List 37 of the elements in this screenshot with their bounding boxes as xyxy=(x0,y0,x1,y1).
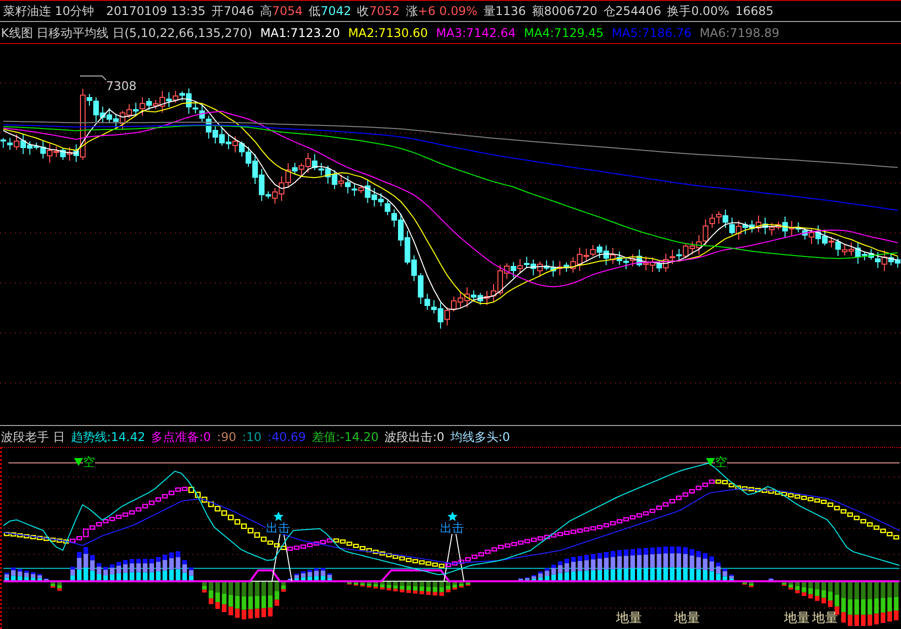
quote-field: 换手0.00% xyxy=(667,2,730,20)
quote-field: 高7054 xyxy=(260,2,303,20)
indicator-value: 波段出击:0 xyxy=(384,428,444,446)
indicator-value: 均线多头:0 xyxy=(450,428,510,446)
moving-average-value: MA2:7130.60 xyxy=(348,24,428,42)
signal-label: 空 xyxy=(715,456,727,468)
signal-label: 空 xyxy=(83,456,95,468)
moving-average-value: MA6:7198.89 xyxy=(700,24,780,42)
moving-average-value: MA1:7123.20 xyxy=(260,24,340,42)
low-volume-label: 地量 xyxy=(812,612,838,625)
price-high-label: 7308 xyxy=(106,80,137,92)
quote-field: 额8006720 xyxy=(532,2,598,20)
quote-field: 开7046 xyxy=(212,2,254,20)
chart-legend-title: K线图 日移动平均线 日(5,10,22,66,135,270) xyxy=(1,24,252,42)
quote-field: 涨+6 0.09% xyxy=(406,2,478,20)
moving-average-value: MA5:7186.76 xyxy=(612,24,692,42)
datetime-text: 20170109 13:35 xyxy=(106,3,206,20)
quote-field: 收7052 xyxy=(357,2,400,20)
signal-label: 出击 xyxy=(266,522,290,534)
indicator-value: :40.69 xyxy=(268,428,306,446)
signal-label: 出击 xyxy=(440,522,464,534)
quote-field: 量1136 xyxy=(483,2,526,20)
low-volume-label: 地量 xyxy=(674,612,700,625)
moving-average-value: MA3:7142.64 xyxy=(436,24,516,42)
indicator-value: :10 xyxy=(242,428,262,446)
quote-field: 仓254406 xyxy=(603,2,662,20)
instrument-title: 菜籽油连 10分钟 xyxy=(3,3,94,20)
quote-field: 低7042 xyxy=(308,2,352,20)
moving-average-value: MA4:7129.45 xyxy=(524,24,604,42)
extra-number: 16685 xyxy=(735,3,774,20)
indicator-value: 趋势线:14.42 xyxy=(70,428,146,446)
low-volume-label: 地量 xyxy=(784,612,810,625)
indicator-value: :90 xyxy=(216,428,236,446)
indicator-value: 差值:-14.20 xyxy=(312,428,379,446)
indicator-value: 多点准备:0 xyxy=(151,428,211,446)
indicator-title: 波段老手 日 xyxy=(1,428,65,446)
low-volume-label: 地量 xyxy=(616,612,642,625)
